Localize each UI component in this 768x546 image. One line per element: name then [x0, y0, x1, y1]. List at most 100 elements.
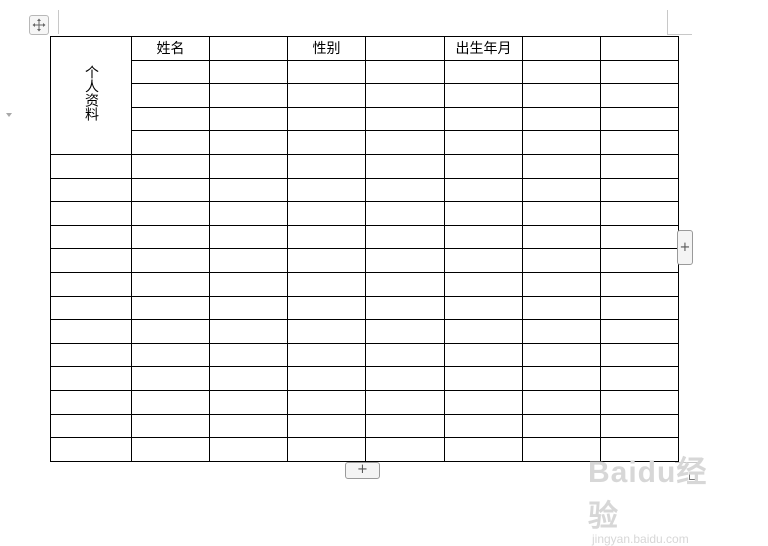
table-cell[interactable]	[209, 295, 288, 321]
table-cell[interactable]	[444, 413, 523, 439]
table-cell[interactable]	[444, 271, 523, 297]
table-cell[interactable]	[287, 413, 366, 439]
table-cell[interactable]	[365, 59, 445, 85]
table-cell[interactable]	[365, 366, 445, 391]
table-cell[interactable]	[287, 437, 366, 462]
table-cell[interactable]	[209, 201, 288, 226]
table-cell[interactable]	[600, 342, 679, 368]
table-cell[interactable]	[287, 295, 366, 321]
table-cell[interactable]	[522, 271, 601, 297]
table-cell[interactable]	[131, 319, 210, 344]
table-cell[interactable]	[50, 295, 132, 321]
table-cell[interactable]	[522, 248, 601, 273]
table-cell[interactable]	[365, 83, 445, 108]
table-cell[interactable]	[365, 271, 445, 297]
table-cell[interactable]	[131, 177, 210, 203]
table-cell[interactable]	[600, 271, 679, 297]
table-cell[interactable]	[50, 319, 132, 344]
table-cell[interactable]	[287, 59, 366, 85]
table-cell[interactable]	[522, 83, 601, 108]
table-cell[interactable]	[365, 437, 445, 462]
table-cell[interactable]	[522, 177, 601, 203]
table-cell[interactable]	[50, 342, 132, 368]
table-cell[interactable]	[50, 271, 132, 297]
table-cell[interactable]	[209, 153, 288, 179]
table-cell[interactable]	[600, 177, 679, 203]
table-cell[interactable]	[444, 224, 523, 250]
table-cell[interactable]	[365, 342, 445, 368]
table-move-handle[interactable]	[29, 15, 49, 35]
table-cell[interactable]	[209, 389, 288, 415]
table-cell[interactable]	[444, 248, 523, 273]
table-cell[interactable]	[131, 59, 210, 85]
table-cell[interactable]	[365, 319, 445, 344]
table-cell[interactable]	[600, 295, 679, 321]
table-cell[interactable]	[209, 224, 288, 250]
table-cell[interactable]	[444, 59, 523, 85]
table-cell[interactable]	[209, 413, 288, 439]
table-cell[interactable]	[600, 389, 679, 415]
table-cell[interactable]	[131, 106, 210, 132]
table-cell[interactable]	[365, 106, 445, 132]
table-cell[interactable]	[522, 201, 601, 226]
table-cell[interactable]	[600, 413, 679, 439]
table-cell[interactable]	[50, 413, 132, 439]
table-cell[interactable]	[209, 59, 288, 85]
table-cell[interactable]	[444, 106, 523, 132]
add-row-button[interactable]: +	[345, 462, 380, 479]
table-cell[interactable]	[444, 177, 523, 203]
table-cell[interactable]	[209, 83, 288, 108]
name-value-cell[interactable]	[209, 36, 288, 61]
table-cell[interactable]	[50, 437, 132, 462]
table-cell[interactable]	[522, 366, 601, 391]
table-cell[interactable]	[131, 271, 210, 297]
add-column-button[interactable]: +	[677, 230, 693, 265]
table-cell[interactable]	[209, 366, 288, 391]
table-cell[interactable]	[131, 130, 210, 155]
table-cell[interactable]	[209, 271, 288, 297]
birth-label-cell[interactable]: 出生年月	[444, 36, 523, 61]
table-cell[interactable]	[600, 319, 679, 344]
table-cell[interactable]	[600, 106, 679, 132]
table-cell[interactable]	[522, 389, 601, 415]
table-cell[interactable]	[600, 201, 679, 226]
table-cell[interactable]	[365, 224, 445, 250]
table-cell[interactable]	[600, 366, 679, 391]
table-cell[interactable]	[444, 319, 523, 344]
table-cell[interactable]	[444, 130, 523, 155]
table-cell[interactable]	[365, 201, 445, 226]
table-cell[interactable]	[444, 83, 523, 108]
table-cell[interactable]	[522, 295, 601, 321]
gender-label-cell[interactable]: 性别	[287, 36, 366, 61]
table-cell[interactable]	[600, 248, 679, 273]
table-cell[interactable]	[131, 83, 210, 108]
table-cell[interactable]	[287, 201, 366, 226]
table-cell[interactable]	[209, 177, 288, 203]
table-cell[interactable]	[365, 130, 445, 155]
table-cell[interactable]	[444, 295, 523, 321]
table-cell[interactable]	[444, 153, 523, 179]
table-cell[interactable]	[50, 248, 132, 273]
table-cell[interactable]	[209, 248, 288, 273]
table-cell[interactable]	[522, 413, 601, 439]
table-cell[interactable]	[444, 389, 523, 415]
table-cell[interactable]	[131, 295, 210, 321]
table-cell[interactable]	[365, 413, 445, 439]
table-cell[interactable]	[365, 295, 445, 321]
table-cell[interactable]	[131, 342, 210, 368]
table-cell[interactable]	[522, 153, 601, 179]
table-cell[interactable]	[131, 153, 210, 179]
table-cell[interactable]	[131, 224, 210, 250]
table-cell[interactable]	[287, 319, 366, 344]
table-cell[interactable]	[600, 83, 679, 108]
table-cell[interactable]	[365, 248, 445, 273]
table-cell[interactable]	[131, 437, 210, 462]
table-cell[interactable]	[444, 201, 523, 226]
table-cell[interactable]	[50, 177, 132, 203]
table-cell[interactable]	[287, 248, 366, 273]
table-cell[interactable]	[287, 83, 366, 108]
table-cell[interactable]	[209, 342, 288, 368]
table-cell[interactable]	[50, 153, 132, 179]
table-cell[interactable]	[131, 201, 210, 226]
table-cell[interactable]	[600, 153, 679, 179]
